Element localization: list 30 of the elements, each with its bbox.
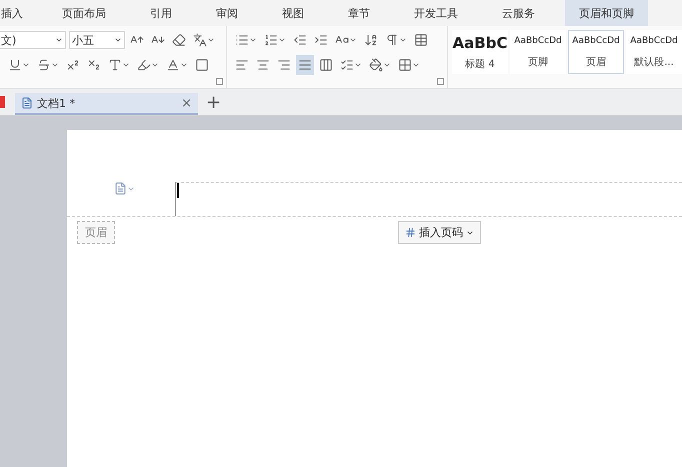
new-tab-button[interactable]: +: [206, 92, 222, 112]
caret-icon[interactable]: [114, 36, 122, 44]
style-item[interactable]: AaBbCcDd 页脚: [510, 30, 566, 74]
header-label: 页眉: [77, 221, 115, 244]
launcher-icon[interactable]: [437, 78, 444, 85]
font-name-field[interactable]: 文): [0, 31, 66, 49]
style-item[interactable]: AaBbCcDd 页眉: [568, 30, 624, 74]
menu-tab[interactable]: 章节: [334, 0, 384, 26]
font-size-field[interactable]: 小五: [69, 31, 125, 49]
menu-tab[interactable]: 页面布局: [48, 0, 120, 26]
text-cursor: [177, 183, 179, 198]
insert-page-number-button[interactable]: 插入页码: [398, 221, 481, 244]
menu-tab[interactable]: 视图: [268, 0, 318, 26]
caret-icon[interactable]: [55, 36, 63, 44]
menu-tab[interactable]: 插入: [0, 0, 37, 26]
document-icon: [21, 97, 33, 109]
logo-icon: [0, 96, 5, 108]
page-number-icon: [405, 227, 416, 238]
style-item[interactable]: AaBbCcDd 默认段...: [626, 30, 682, 74]
document-tab[interactable]: 文档1 * ×: [15, 93, 198, 115]
menu-tab[interactable]: 开发工具: [400, 0, 472, 26]
menu-tab[interactable]: 页眉和页脚: [565, 0, 648, 26]
justify-icon[interactable]: [296, 55, 314, 75]
launcher-icon[interactable]: [216, 78, 223, 85]
menu-tab[interactable]: 引用: [136, 0, 186, 26]
menu-tab[interactable]: 审阅: [202, 0, 252, 26]
style-item[interactable]: AaBbC 标题 4: [452, 30, 508, 74]
menu-tab[interactable]: 云服务: [488, 0, 549, 26]
page-options-icon[interactable]: [114, 182, 135, 195]
close-button[interactable]: ×: [181, 96, 192, 110]
